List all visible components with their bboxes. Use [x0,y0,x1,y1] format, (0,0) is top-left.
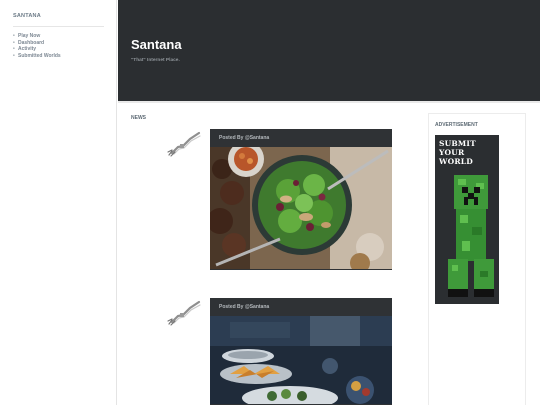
sidebar-nav: • Play Now • Dashboard • Activity • Submitte… [13,33,61,59]
skeleton-arm-icon[interactable] [166,298,202,326]
nav-item-label: Dashboard [18,39,45,46]
site-brand-link[interactable]: SANTANA [13,13,41,19]
sidebar-divider [13,26,104,27]
post-card[interactable]: Posted By @Santana [210,129,392,270]
sidebar: SANTANA • Play Now • Dashboard • Activity •… [0,0,117,405]
nav-item-label: Submitted Worlds [18,52,61,59]
buffet-food-photo[interactable] [210,316,392,404]
header-divider [118,101,540,103]
post-byline[interactable]: Posted By @Santana [210,129,392,147]
salad-bowl-photo[interactable] [210,147,392,269]
site-header: Santana "That" Internet Place. [118,0,540,103]
post-byline[interactable]: Posted By @Santana [210,298,392,316]
post-card[interactable]: Posted By @Santana [210,298,392,405]
news-heading: NEWS [131,115,146,121]
nav-item-label: Activity [18,46,37,52]
site-tagline: "That" Internet Place. [131,58,180,63]
submit-world-banner[interactable]: SUBMIT YOUR WORLD [435,135,499,304]
site-title[interactable]: Santana [131,37,182,52]
advertisement-panel: ADVERTISEMENT SUBMIT YOUR WORLD [428,113,526,405]
nav-item-submitted-worlds[interactable]: • Submitted Worlds [13,53,61,60]
banner-line: SUBMIT [439,139,476,148]
advertisement-heading: ADVERTISEMENT [435,122,478,128]
creeper-figure [448,175,494,297]
banner-line: YOUR [439,148,465,157]
nav-item-label: Play Now [18,33,41,39]
banner-line: WORLD [439,157,473,166]
skeleton-arm-icon[interactable] [166,129,202,157]
